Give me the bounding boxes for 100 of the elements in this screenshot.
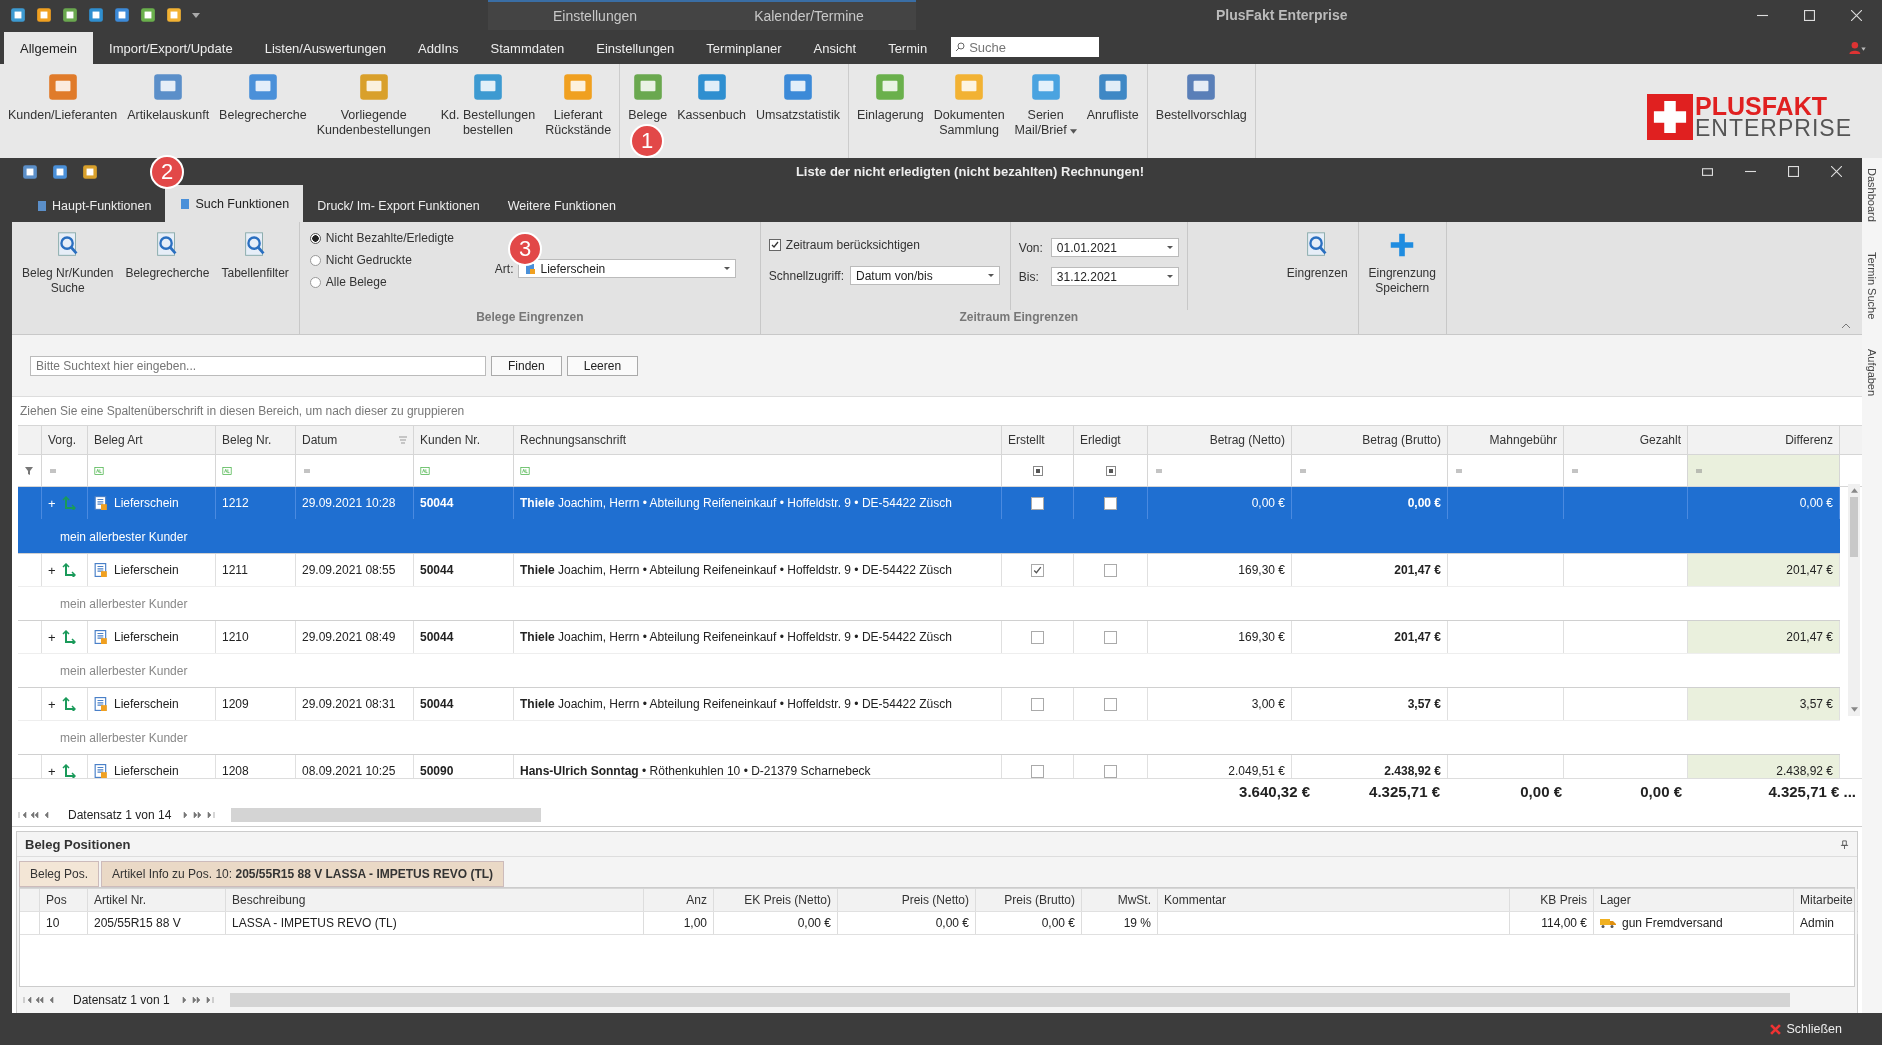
column-header[interactable]: Beschreibung bbox=[232, 893, 306, 907]
column-header[interactable]: Pos bbox=[46, 893, 67, 907]
toolbar-button[interactable]: Belegrecherche bbox=[119, 222, 216, 281]
ribbon-button[interactable]: Anrufliste bbox=[1081, 64, 1144, 123]
column-header[interactable]: Betrag (Brutto) bbox=[1362, 433, 1441, 447]
table-row[interactable]: + Lieferschein 1209 29.09.2021 08:31 50044 Thiele Joachim, Herrn • Abteilung Reifeneinkauf • Hoffeldstr. 9 • DE-54422 Züsch 3,00 € 3,57 € 3,57 € mein allerbester Kunder bbox=[18, 688, 1840, 755]
column-header[interactable]: Anz bbox=[686, 893, 707, 907]
pin-icon[interactable] bbox=[1840, 839, 1849, 849]
window-tab[interactable]: Weitere Funktionen bbox=[493, 190, 630, 222]
column-header[interactable]: Rechnungsanschrift bbox=[520, 433, 627, 447]
maximize-icon[interactable] bbox=[1788, 166, 1799, 177]
checkbox[interactable] bbox=[1031, 496, 1044, 510]
column-header[interactable]: Datum bbox=[302, 433, 338, 447]
caret-icon[interactable] bbox=[192, 12, 200, 18]
panel-tab[interactable]: Artikel Info zu Pos. 10: 205/55R15 88 V LASSA - IMPETUS REVO (TL) bbox=[101, 861, 505, 887]
scroll-down-icon[interactable] bbox=[1850, 707, 1858, 712]
ribbon-button[interactable]: Lieferant Rückstände bbox=[540, 64, 617, 138]
checkbox[interactable] bbox=[1104, 764, 1117, 778]
side-tab[interactable]: Termin Suche bbox=[1866, 251, 1878, 320]
column-header[interactable]: Preis (Netto) bbox=[901, 893, 969, 907]
ribbon-button[interactable]: Artikelauskunft bbox=[122, 64, 215, 123]
toolbar-tile-icon[interactable] bbox=[62, 7, 78, 23]
ribbon-button[interactable]: Belege bbox=[623, 64, 673, 123]
toolbar-button[interactable]: Eingrenzen bbox=[1280, 222, 1354, 281]
table-row[interactable]: + Lieferschein 1211 29.09.2021 08:55 50044 Thiele Joachim, Herrn • Abteilung Reifeneinkauf • Hoffeldstr. 9 • DE-54422 Züsch 169,30 € 201,47 € 201,47 € mein allerbester Kunder bbox=[18, 554, 1840, 621]
column-header[interactable]: Beleg Art bbox=[94, 433, 143, 447]
column-header[interactable]: Kunden Nr. bbox=[420, 433, 481, 447]
restore-icon[interactable] bbox=[1702, 166, 1713, 177]
close-button[interactable]: Schließen bbox=[1770, 1022, 1842, 1036]
column-header[interactable]: Erledigt bbox=[1080, 433, 1121, 447]
radio-button[interactable] bbox=[309, 232, 321, 244]
checkbox[interactable] bbox=[1031, 697, 1044, 711]
ribbon-button[interactable]: Kunden/Lieferanten bbox=[3, 64, 123, 123]
column-header[interactable]: Mitarbeite bbox=[1800, 893, 1853, 907]
horizontal-scrollbar[interactable] bbox=[231, 808, 542, 822]
checkbox[interactable] bbox=[1031, 630, 1044, 644]
panel-tab[interactable]: Beleg Pos. bbox=[19, 861, 100, 887]
radio-option[interactable]: Nicht Bezahlte/Erledigte bbox=[309, 231, 495, 245]
window-tab[interactable]: Such Funktionen bbox=[165, 185, 304, 222]
toolbar-button[interactable]: Eingrenzung Speichern bbox=[1362, 222, 1442, 296]
checkbox[interactable] bbox=[1104, 563, 1117, 577]
user-icon[interactable] bbox=[1848, 40, 1866, 54]
checkbox[interactable]: Zeitraum berücksichtigen bbox=[768, 238, 1002, 252]
column-header[interactable]: Erstellt bbox=[1008, 433, 1045, 447]
column-header[interactable]: Vorg. bbox=[48, 433, 77, 447]
search-field[interactable]: Suche bbox=[951, 37, 1100, 57]
type-dropdown[interactable]: Lieferschein bbox=[517, 259, 736, 278]
ribbon-button[interactable]: Dokumenten Sammlung bbox=[928, 64, 1010, 138]
ribbon-tab[interactable]: Import/Export/Update bbox=[93, 32, 249, 64]
checkbox[interactable] bbox=[1104, 630, 1117, 644]
checkbox[interactable] bbox=[1031, 764, 1044, 778]
close-icon[interactable] bbox=[1851, 9, 1862, 21]
toolbar-button[interactable]: Beleg Nr/Kunden Suche bbox=[16, 222, 120, 296]
date-field[interactable]: 31.12.2021 bbox=[1050, 267, 1179, 286]
expand-toggle[interactable]: + bbox=[48, 696, 56, 712]
collapse-icon[interactable] bbox=[1842, 323, 1850, 328]
ribbon-tab[interactable]: Stammdaten bbox=[474, 32, 581, 64]
toolbar-tile-icon[interactable] bbox=[88, 7, 104, 23]
expand-toggle[interactable]: + bbox=[48, 562, 56, 578]
expand-toggle[interactable]: + bbox=[48, 763, 56, 778]
column-header[interactable]: Betrag (Netto) bbox=[1209, 433, 1285, 447]
column-header[interactable]: MwSt. bbox=[1117, 893, 1151, 907]
ribbon-button[interactable]: Bestellvorschlag bbox=[1150, 64, 1252, 123]
toolbar-tile-icon[interactable] bbox=[140, 7, 156, 23]
date-field[interactable]: 01.01.2021 bbox=[1050, 238, 1179, 257]
checkbox[interactable] bbox=[1104, 697, 1117, 711]
ribbon-button[interactable]: Vorliegende Kundenbestellungen bbox=[311, 64, 436, 138]
toolbar-tile-icon[interactable] bbox=[166, 7, 182, 23]
radio-option[interactable]: Alle Belege bbox=[309, 275, 495, 289]
radio-option[interactable]: Nicht Gedruckte bbox=[309, 253, 495, 267]
column-header[interactable]: Mahngebühr bbox=[1489, 433, 1557, 447]
table-row[interactable]: + Lieferschein 1212 29.09.2021 10:28 50044 Thiele Joachim, Herrn • Abteilung Reifeneinkauf • Hoffeldstr. 9 • DE-54422 Züsch 0,00 € 0,00 € 0,00 € mein allerbester Kunder bbox=[18, 487, 1840, 554]
filter-icon[interactable] bbox=[24, 465, 34, 476]
column-header[interactable]: EK Preis (Netto) bbox=[744, 893, 831, 907]
ribbon-button[interactable]: Einlagerung bbox=[852, 64, 929, 123]
column-header[interactable]: Differenz bbox=[1785, 433, 1833, 447]
side-tab[interactable]: Aufgaben bbox=[1866, 349, 1878, 397]
column-header[interactable]: Artikel Nr. bbox=[94, 893, 146, 907]
ribbon-button[interactable]: Serien Mail/Brief bbox=[1009, 64, 1082, 138]
close-icon[interactable] bbox=[1831, 166, 1842, 177]
toolbar-tile-icon[interactable] bbox=[82, 163, 98, 180]
search-bar-button[interactable]: Finden bbox=[491, 355, 562, 376]
ribbon-tab[interactable]: Ansicht bbox=[797, 32, 873, 64]
column-header[interactable]: Gezahlt bbox=[1639, 433, 1681, 447]
quick-access-dropdown[interactable]: Datum von/bis bbox=[850, 266, 1000, 285]
checkbox-filter-icon[interactable] bbox=[1032, 465, 1043, 476]
scrollbar-thumb[interactable] bbox=[1850, 497, 1858, 557]
checkbox[interactable] bbox=[1104, 496, 1117, 510]
ribbon-tab[interactable]: Termin bbox=[872, 32, 944, 64]
table-row[interactable]: + Lieferschein 1210 29.09.2021 08:49 50044 Thiele Joachim, Herrn • Abteilung Reifeneinkauf • Hoffeldstr. 9 • DE-54422 Züsch 169,30 € 201,47 € 201,47 € mein allerbester Kunder bbox=[18, 621, 1840, 688]
checkbox-filter-icon[interactable] bbox=[1105, 465, 1116, 476]
scroll-up-icon[interactable] bbox=[1850, 488, 1858, 493]
ribbon-tab[interactable]: Listen/Auswertungen bbox=[248, 32, 403, 64]
ribbon-tab[interactable]: Terminplaner bbox=[690, 32, 798, 64]
column-header[interactable]: Kommentar bbox=[1164, 893, 1227, 907]
column-header[interactable]: KB Preis bbox=[1540, 893, 1587, 907]
column-header[interactable]: Preis (Brutto) bbox=[1004, 893, 1075, 907]
checkbox[interactable] bbox=[1031, 563, 1044, 577]
horizontal-scrollbar[interactable] bbox=[229, 993, 1790, 1007]
ribbon-button[interactable]: Kassenbuch bbox=[672, 64, 751, 123]
